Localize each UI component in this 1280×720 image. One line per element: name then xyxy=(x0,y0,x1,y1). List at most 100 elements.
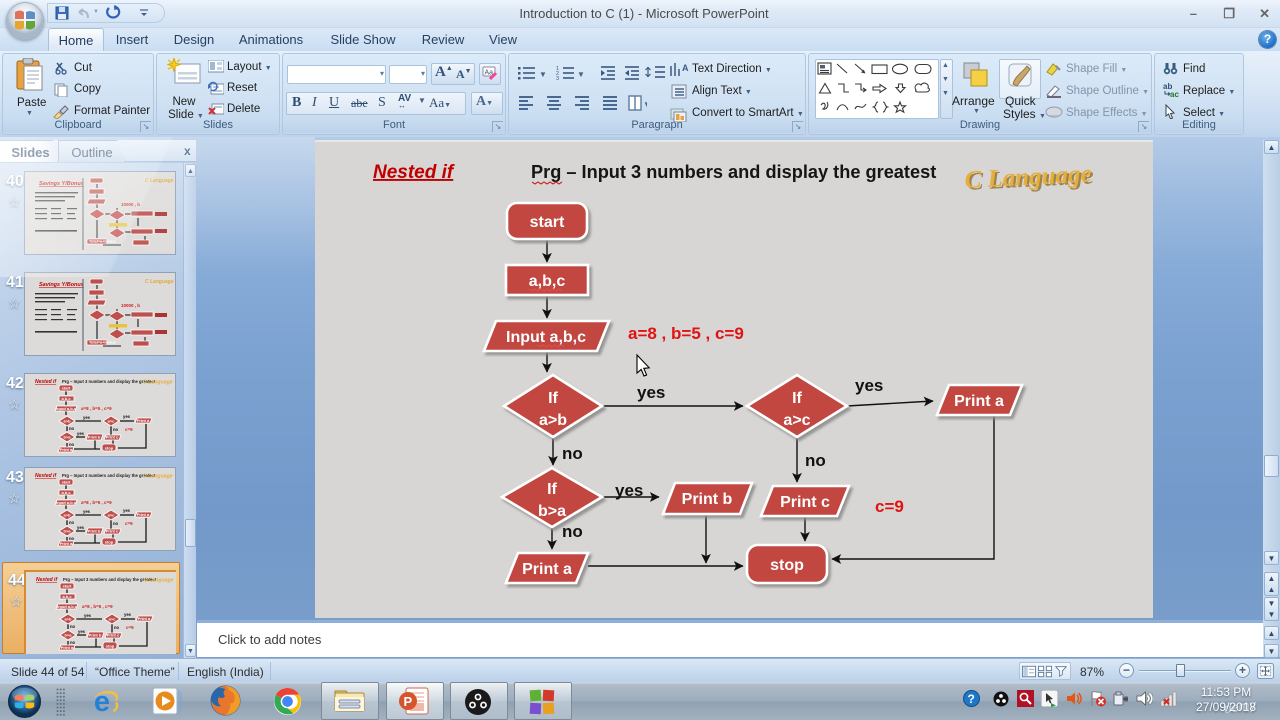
svg-text:Print b: Print b xyxy=(88,529,101,534)
svg-text:yes: yes xyxy=(124,612,132,617)
svg-text:yes: yes xyxy=(855,376,883,395)
svg-text:yes: yes xyxy=(77,525,85,530)
svg-text:c=9: c=9 xyxy=(125,521,133,526)
svg-text:A: A xyxy=(682,63,689,73)
svg-text:start: start xyxy=(530,214,565,231)
svg-text:Print a: Print a xyxy=(137,418,150,423)
svg-text:yes: yes xyxy=(83,415,91,420)
svg-text:Print a: Print a xyxy=(954,393,1004,410)
svg-text:a>c: a>c xyxy=(108,513,116,518)
svg-text:If: If xyxy=(547,481,557,498)
svg-text:?: ? xyxy=(968,692,975,706)
svg-text:yes: yes xyxy=(84,613,92,618)
svg-text:Nested if: Nested if xyxy=(35,473,57,479)
svg-text:Print a: Print a xyxy=(60,541,73,546)
svg-text:no: no xyxy=(69,536,75,541)
svg-text:C Language: C Language xyxy=(145,279,174,285)
svg-text:Input a,b,c: Input a,b,c xyxy=(56,500,77,505)
svg-text:a,b,c: a,b,c xyxy=(61,396,71,401)
svg-text:no: no xyxy=(70,640,76,645)
svg-text:a,b,c: a,b,c xyxy=(61,490,71,495)
svg-text:Print a: Print a xyxy=(138,616,151,621)
svg-text:Nested if: Nested if xyxy=(36,577,58,583)
svg-text:3: 3 xyxy=(556,76,559,82)
svg-text:Print a: Print a xyxy=(522,561,572,578)
svg-text:Print b: Print b xyxy=(88,435,101,440)
svg-text:yes: yes xyxy=(123,414,131,419)
svg-text:Prg – Input 3 numbers and disp: Prg – Input 3 numbers and display the gr… xyxy=(62,473,156,478)
svg-text:a=8 , b=5 , c=9: a=8 , b=5 , c=9 xyxy=(628,324,744,343)
svg-text:a>b: a>b xyxy=(63,513,71,518)
svg-text:stop: stop xyxy=(106,644,115,649)
svg-text:If: If xyxy=(548,390,558,407)
svg-text:no: no xyxy=(69,520,75,525)
svg-text:a,b,c: a,b,c xyxy=(62,594,72,599)
svg-text:C Language: C Language xyxy=(143,474,173,480)
svg-text:no: no xyxy=(562,522,583,541)
svg-text:Print c: Print c xyxy=(106,529,119,534)
svg-text:Total=a+bonus: Total=a+bonus xyxy=(89,341,116,345)
svg-text:no: no xyxy=(114,625,120,630)
svg-text:▼: ▼ xyxy=(539,70,547,79)
svg-text:b>a: b>a xyxy=(63,435,71,440)
svg-text:b>a: b>a xyxy=(538,503,566,520)
svg-text:start: start xyxy=(63,584,72,589)
svg-text:Print a: Print a xyxy=(137,512,150,517)
svg-text:Input a,b,c: Input a,b,c xyxy=(57,604,78,609)
svg-text:yes: yes xyxy=(78,629,86,634)
svg-text:a=8 , b=5 , c=9: a=8 , b=5 , c=9 xyxy=(82,604,113,609)
svg-text:yes: yes xyxy=(123,508,131,513)
svg-text:b>a: b>a xyxy=(64,633,72,638)
svg-text:yes: yes xyxy=(615,481,643,500)
svg-text:Print a: Print a xyxy=(60,447,73,452)
svg-text:10000 , b: 10000 , b xyxy=(121,202,140,207)
svg-text:Savings Y/Bonus: Savings Y/Bonus xyxy=(39,282,84,288)
svg-text:b>a: b>a xyxy=(63,529,71,534)
svg-text:P: P xyxy=(404,694,413,709)
svg-text:Print b: Print b xyxy=(89,633,102,638)
svg-text:a>b: a>b xyxy=(64,617,72,622)
svg-text:Nested if: Nested if xyxy=(35,379,57,385)
svg-text:yes: yes xyxy=(77,431,85,436)
svg-text:a>c: a>c xyxy=(108,419,116,424)
svg-text:no: no xyxy=(69,426,75,431)
svg-text:Prg – Input 3 numbers and disp: Prg – Input 3 numbers and display the gr… xyxy=(62,379,156,384)
svg-text:C Language: C Language xyxy=(143,380,173,386)
svg-text:no: no xyxy=(69,442,75,447)
svg-text:Print b: Print b xyxy=(682,491,733,508)
svg-text:yes: yes xyxy=(637,383,665,402)
svg-text:a>c: a>c xyxy=(783,412,810,429)
svg-text:a>b: a>b xyxy=(63,419,71,424)
svg-text:c=9: c=9 xyxy=(875,497,904,516)
svg-text:If: If xyxy=(792,390,802,407)
svg-text:a,b,c: a,b,c xyxy=(529,273,566,290)
svg-text:10000 , b: 10000 , b xyxy=(121,303,140,308)
svg-text:a>b: a>b xyxy=(539,412,567,429)
svg-text:stop: stop xyxy=(105,446,114,451)
svg-text:Print c: Print c xyxy=(106,435,119,440)
svg-text:yes: yes xyxy=(83,509,91,514)
svg-text:c=9: c=9 xyxy=(125,427,133,432)
svg-text:Nested if: Nested if xyxy=(373,162,455,183)
svg-text:Print c: Print c xyxy=(107,633,120,638)
svg-text:Print a: Print a xyxy=(61,645,74,650)
svg-text:Input a,b,c: Input a,b,c xyxy=(506,329,586,346)
svg-text:stop: stop xyxy=(105,540,114,545)
svg-text:start: start xyxy=(62,480,71,485)
svg-text:no: no xyxy=(113,521,119,526)
svg-text:c=9: c=9 xyxy=(126,625,134,630)
svg-text:▼: ▼ xyxy=(643,100,647,109)
svg-text:Total=a+bonus: Total=a+bonus xyxy=(89,240,116,244)
svg-text:a=8 , b=5 , c=9: a=8 , b=5 , c=9 xyxy=(81,406,112,411)
svg-text:e: e xyxy=(94,686,110,717)
svg-text:no: no xyxy=(70,624,76,629)
svg-text:C Language: C Language xyxy=(145,178,174,184)
svg-text:Prg – Input 3 numbers and disp: Prg – Input 3 numbers and display the gr… xyxy=(531,162,936,182)
svg-text:ac: ac xyxy=(1170,90,1179,98)
svg-text:a>c: a>c xyxy=(109,617,117,622)
svg-text:start: start xyxy=(62,386,71,391)
svg-text:stop: stop xyxy=(770,557,804,574)
svg-text:C Language: C Language xyxy=(144,578,174,584)
svg-text:no: no xyxy=(805,451,826,470)
svg-text:Print c: Print c xyxy=(780,494,830,511)
